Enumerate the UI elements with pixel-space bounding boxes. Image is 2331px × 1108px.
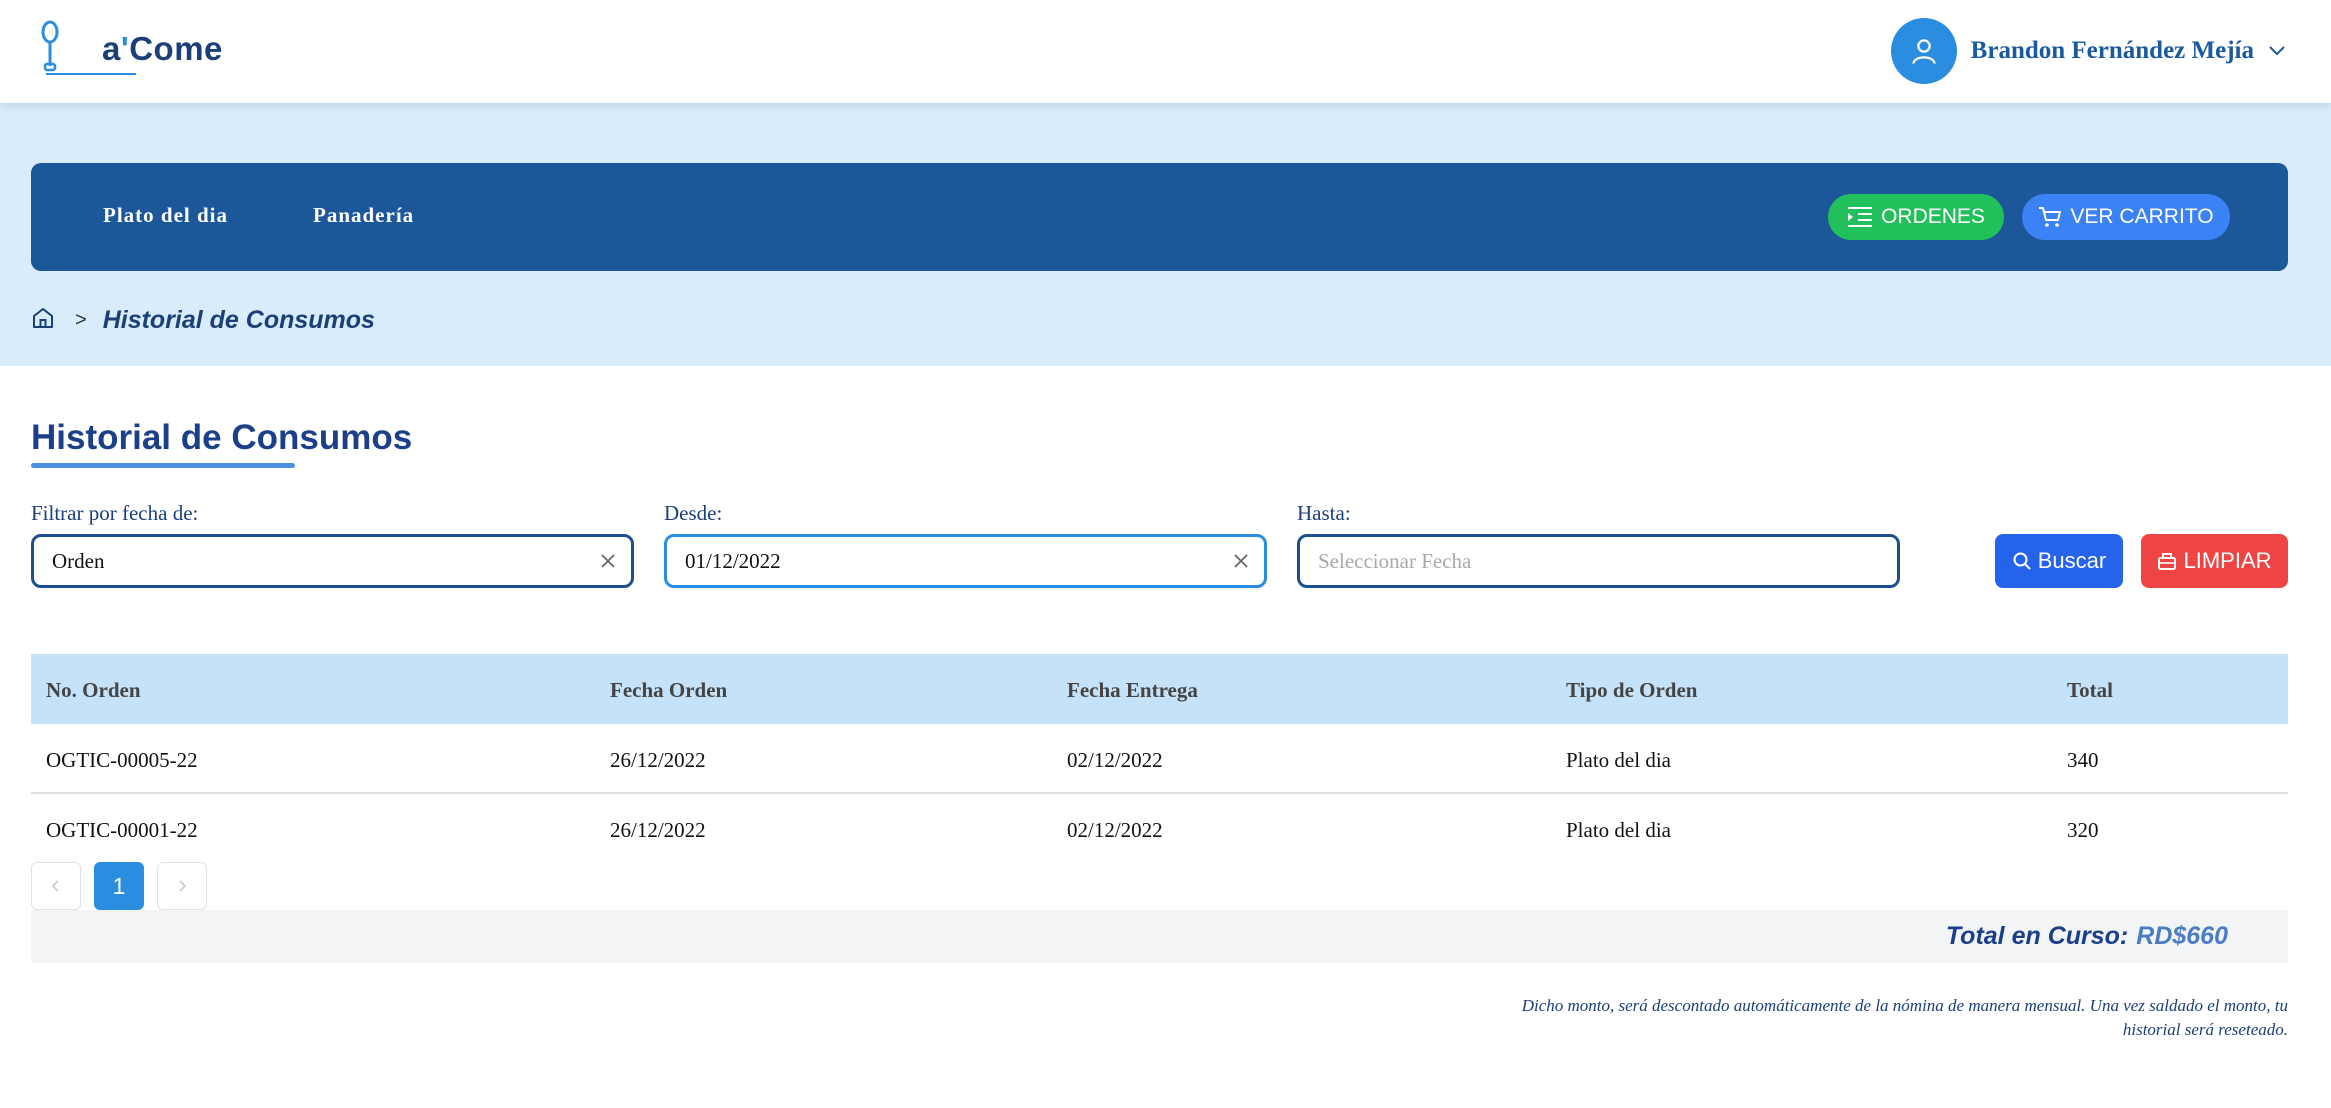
ordenes-label: ORDENES — [1881, 205, 1985, 228]
pagination-next-button[interactable] — [157, 862, 207, 910]
hasta-placeholder: Seleccionar Fecha — [1318, 548, 1472, 573]
column-header[interactable]: Total — [2067, 678, 2113, 703]
user-icon — [1911, 39, 1936, 64]
logo-wordmark: a'Come — [102, 30, 223, 67]
table-row[interactable]: OGTIC-00005-22 26/12/2022 02/12/2022 Pla… — [31, 724, 2288, 794]
column-header[interactable]: Fecha Orden — [610, 678, 727, 703]
avatar[interactable] — [1890, 18, 1957, 84]
table-cell: 26/12/2022 — [610, 748, 706, 772]
total-label: Total en Curso: — [1945, 922, 2129, 950]
table-cell: 320 — [2067, 818, 2099, 842]
column-header[interactable]: Fecha Entrega — [1067, 678, 1198, 703]
ordenes-button[interactable]: ORDENES — [1828, 194, 2004, 240]
table-cell: Plato del dia — [1566, 748, 1671, 772]
consumos-table: No. Orden Fecha Orden Fecha Entrega Tipo… — [31, 654, 2288, 864]
user-name[interactable]: Brandon Fernández Mejía — [1971, 37, 2254, 65]
table-cell: 26/12/2022 — [610, 818, 706, 842]
filter-type-label: Filtrar por fecha de: — [31, 501, 199, 525]
table-cell: Plato del dia — [1566, 818, 1671, 842]
nav-link-panaderia[interactable]: Panadería — [313, 203, 414, 228]
column-header[interactable]: No. Orden — [46, 678, 141, 703]
close-icon[interactable] — [1232, 551, 1250, 576]
table-row[interactable]: OGTIC-00001-22 26/12/2022 02/12/2022 Pla… — [31, 794, 2288, 864]
table-cell: 02/12/2022 — [1067, 748, 1163, 772]
user-menu[interactable]: Brandon Fernández Mejía — [1890, 18, 2286, 84]
chevron-left-icon — [51, 880, 59, 892]
breadcrumb-separator: > — [75, 308, 87, 331]
limpiar-label: LIMPIAR — [2183, 548, 2272, 573]
filter-type-value: Orden — [52, 548, 105, 573]
search-icon — [2013, 552, 2031, 570]
cart-icon — [2039, 207, 2062, 227]
ver-carrito-label: VER CARRITO — [2070, 205, 2214, 228]
breadcrumb: > Historial de Consumos — [31, 303, 375, 337]
pagination-prev-button[interactable] — [31, 862, 81, 910]
table-header: No. Orden Fecha Orden Fecha Entrega Tipo… — [31, 654, 2288, 724]
limpiar-button[interactable]: LIMPIAR — [2141, 534, 2288, 588]
list-indent-icon — [1848, 207, 1873, 227]
payroll-note: Dicho monto, será descontado automáticam… — [1521, 996, 2288, 1039]
chevron-down-icon[interactable] — [2268, 45, 2286, 57]
page-title: Historial de Consumos — [31, 418, 413, 457]
desde-value: 01/12/2022 — [685, 548, 781, 573]
main-navbar: Plato del dia Panadería ORDENES VER CARR… — [31, 163, 2288, 271]
hasta-date-input[interactable]: Seleccionar Fecha — [1297, 534, 1900, 588]
nav-link-plato-del-dia[interactable]: Plato del dia — [103, 203, 228, 228]
eraser-icon — [2158, 553, 2177, 570]
hasta-label: Hasta: — [1297, 501, 1351, 525]
chevron-right-icon — [179, 880, 187, 892]
column-header[interactable]: Tipo de Orden — [1566, 678, 1697, 703]
filter-type-select[interactable]: Orden — [31, 534, 634, 588]
total-amount: RD$660 — [2136, 922, 2228, 950]
table-cell: 340 — [2067, 748, 2099, 772]
table-cell: OGTIC-00001-22 — [46, 818, 198, 842]
buscar-button[interactable]: Buscar — [1995, 534, 2123, 588]
breadcrumb-current: Historial de Consumos — [102, 305, 375, 334]
desde-date-input[interactable]: 01/12/2022 — [664, 534, 1267, 588]
app-logo[interactable]: a'Come — [40, 20, 222, 80]
close-icon[interactable] — [599, 551, 617, 576]
top-header: a'Come Brandon Fernández Mejía — [0, 0, 2331, 103]
table-cell: 02/12/2022 — [1067, 818, 1163, 842]
total-summary: Total en Curso: RD$660 — [1946, 922, 2228, 951]
ver-carrito-button[interactable]: VER CARRITO — [2022, 194, 2230, 240]
home-icon[interactable] — [31, 306, 55, 335]
pagination-page-button[interactable]: 1 — [94, 862, 144, 910]
desde-label: Desde: — [664, 501, 723, 525]
pagination: 1 — [31, 862, 220, 910]
title-underline — [31, 463, 295, 468]
total-bar: Total en Curso: RD$660 — [31, 910, 2288, 963]
table-cell: OGTIC-00005-22 — [46, 748, 198, 772]
buscar-label: Buscar — [2037, 548, 2107, 573]
